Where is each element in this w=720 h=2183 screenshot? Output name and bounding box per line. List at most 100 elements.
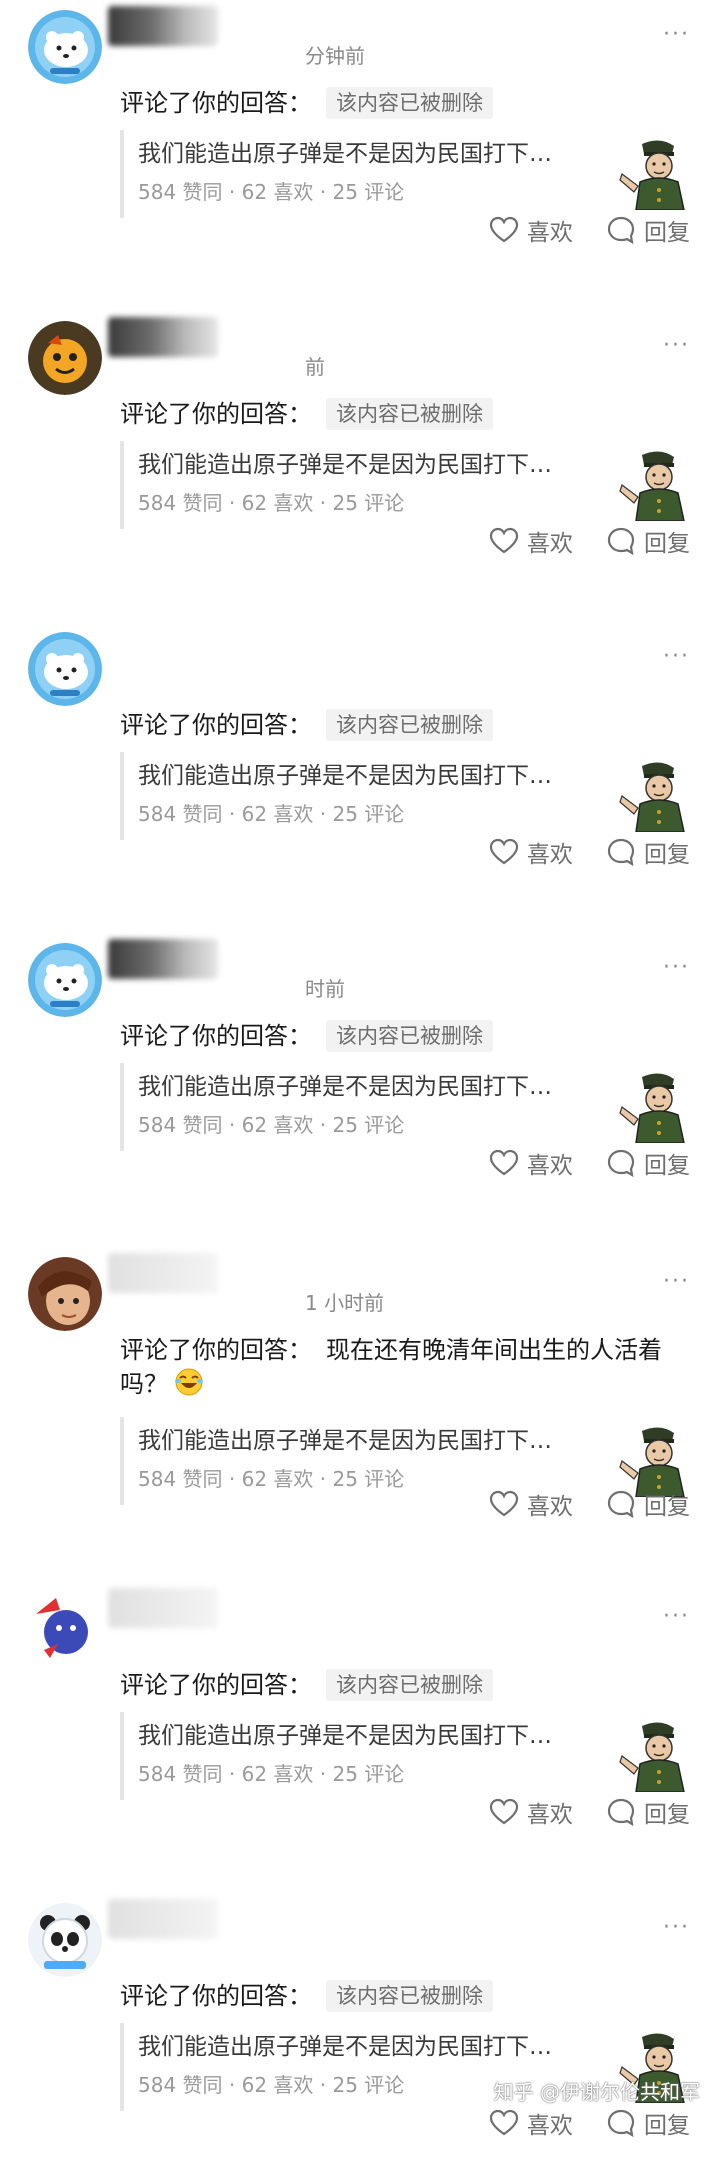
more-options-icon[interactable]: ··· bbox=[663, 1606, 690, 1628]
more-options-icon[interactable]: ··· bbox=[663, 1917, 690, 1939]
more-options-icon[interactable]: ··· bbox=[663, 646, 690, 668]
action-bar: 喜欢 回复 bbox=[461, 1795, 690, 1831]
reply-button[interactable]: 回复 bbox=[606, 2106, 690, 2140]
deleted-content-badge: 该内容已被删除 bbox=[326, 1669, 493, 1701]
like-label: 喜欢 bbox=[526, 1802, 573, 1828]
soldier-cartoon-thumbnail bbox=[614, 1417, 694, 1498]
quoted-answer-stats: 584 赞同 · 62 喜欢 · 25 评论 bbox=[138, 802, 405, 826]
like-label: 喜欢 bbox=[526, 531, 573, 557]
more-options-icon[interactable]: ··· bbox=[663, 335, 690, 357]
heart-icon bbox=[489, 1489, 527, 1519]
comment-bubble-icon bbox=[606, 1797, 644, 1827]
like-label: 喜欢 bbox=[526, 2113, 573, 2139]
comment-bubble-icon bbox=[606, 215, 644, 245]
like-button[interactable]: 喜欢 bbox=[489, 2106, 573, 2140]
reply-button[interactable]: 回复 bbox=[606, 524, 690, 558]
action-bar: 喜欢 回复 bbox=[461, 213, 690, 249]
soldier-cartoon-thumbnail bbox=[614, 1063, 694, 1144]
quoted-answer-title: 我们能造出原子弹是不是因为民国打下… bbox=[138, 141, 552, 167]
reply-label: 回复 bbox=[644, 2113, 690, 2139]
timestamp: 时前 bbox=[305, 977, 345, 1001]
quoted-answer-stats: 584 赞同 · 62 喜欢 · 25 评论 bbox=[138, 1113, 405, 1137]
deleted-content-badge: 该内容已被删除 bbox=[326, 87, 493, 119]
notification-item[interactable]: 前 ··· 评论了你的回答： 该内容已被删除 我们能造出原子弹是不是因为民国打下…… bbox=[0, 311, 720, 601]
comment-bubble-icon bbox=[606, 2108, 644, 2138]
deleted-content-badge: 该内容已被删除 bbox=[326, 709, 493, 741]
quoted-answer-card[interactable]: 我们能造出原子弹是不是因为民国打下… 584 赞同 · 62 喜欢 · 25 评… bbox=[120, 441, 694, 529]
like-button[interactable]: 喜欢 bbox=[489, 1487, 573, 1521]
reply-button[interactable]: 回复 bbox=[606, 1487, 690, 1521]
reply-button[interactable]: 回复 bbox=[606, 213, 690, 247]
like-button[interactable]: 喜欢 bbox=[489, 1795, 573, 1829]
heart-icon bbox=[489, 215, 527, 245]
comment-prefix: 评论了你的回答： bbox=[120, 400, 312, 428]
quoted-answer-card[interactable]: 我们能造出原子弹是不是因为民国打下… 584 赞同 · 62 喜欢 · 25 评… bbox=[120, 130, 694, 218]
quoted-answer-title: 我们能造出原子弹是不是因为民国打下… bbox=[138, 1428, 552, 1454]
heart-icon bbox=[489, 837, 527, 867]
polar-bear-avatar[interactable] bbox=[28, 10, 102, 84]
quoted-answer-stats: 584 赞同 · 62 喜欢 · 25 评论 bbox=[138, 180, 405, 204]
quoted-answer-card[interactable]: 我们能造出原子弹是不是因为民国打下… 584 赞同 · 62 喜欢 · 25 评… bbox=[120, 1712, 694, 1800]
timestamp: 1 小时前 bbox=[305, 1291, 385, 1315]
orange-cartoon-avatar[interactable] bbox=[28, 321, 102, 395]
comment-line: 评论了你的回答： 现在还有晚清年间出生的人活着吗？ bbox=[120, 1333, 680, 1401]
comment-bubble-icon bbox=[606, 837, 644, 867]
like-button[interactable]: 喜欢 bbox=[489, 835, 573, 869]
reply-button[interactable]: 回复 bbox=[606, 1795, 690, 1829]
reply-button[interactable]: 回复 bbox=[606, 835, 690, 869]
like-button[interactable]: 喜欢 bbox=[489, 1146, 573, 1180]
quoted-answer-stats: 584 赞同 · 62 喜欢 · 25 评论 bbox=[138, 491, 405, 515]
notification-item[interactable]: ··· 评论了你的回答： 该内容已被删除 我们能造出原子弹是不是因为民国打下… 5… bbox=[0, 1893, 720, 2183]
reply-button[interactable]: 回复 bbox=[606, 1146, 690, 1180]
anime-boy-avatar[interactable] bbox=[28, 1257, 102, 1331]
like-label: 喜欢 bbox=[526, 220, 573, 246]
comment-line: 评论了你的回答： 该内容已被删除 bbox=[120, 397, 680, 431]
more-options-icon[interactable]: ··· bbox=[663, 957, 690, 979]
like-button[interactable]: 喜欢 bbox=[489, 213, 573, 247]
notification-item[interactable]: ··· 评论了你的回答： 该内容已被删除 我们能造出原子弹是不是因为民国打下… 5… bbox=[0, 1582, 720, 1872]
comment-bubble-icon bbox=[606, 1489, 644, 1519]
comment-prefix: 评论了你的回答： bbox=[120, 711, 312, 739]
polar-bear-avatar[interactable] bbox=[28, 632, 102, 706]
notification-item[interactable]: ··· 评论了你的回答： 该内容已被删除 我们能造出原子弹是不是因为民国打下… 5… bbox=[0, 622, 720, 912]
quoted-answer-card[interactable]: 我们能造出原子弹是不是因为民国打下… 584 赞同 · 62 喜欢 · 25 评… bbox=[120, 1063, 694, 1151]
comment-bubble-icon bbox=[606, 1148, 644, 1178]
username-redacted bbox=[108, 1253, 218, 1293]
polar-bear-avatar[interactable] bbox=[28, 943, 102, 1017]
panda-avatar[interactable] bbox=[28, 1903, 102, 1977]
username-redacted bbox=[108, 1899, 218, 1939]
notification-item[interactable]: 时前 ··· 评论了你的回答： 该内容已被删除 我们能造出原子弹是不是因为民国打下… bbox=[0, 933, 720, 1223]
quoted-answer-title: 我们能造出原子弹是不是因为民国打下… bbox=[138, 763, 552, 789]
soldier-cartoon-thumbnail bbox=[614, 130, 694, 211]
action-bar: 喜欢 回复 bbox=[461, 1487, 690, 1523]
username-redacted bbox=[108, 6, 218, 46]
action-bar: 喜欢 回复 bbox=[461, 2106, 690, 2142]
quoted-answer-stats: 584 赞同 · 62 喜欢 · 25 评论 bbox=[138, 2073, 405, 2097]
laughing-tears-emoji-icon bbox=[174, 1367, 204, 1397]
quoted-answer-title: 我们能造出原子弹是不是因为民国打下… bbox=[138, 1074, 552, 1100]
watermark: 知乎 @伊谢尔伦共和军 bbox=[493, 2080, 700, 2104]
heart-icon bbox=[489, 526, 527, 556]
reply-label: 回复 bbox=[644, 1153, 690, 1179]
notification-item[interactable]: 分钟前 ··· 评论了你的回答： 该内容已被删除 我们能造出原子弹是不是因为民国打… bbox=[0, 0, 720, 290]
more-options-icon[interactable]: ··· bbox=[663, 1271, 690, 1293]
quoted-answer-card[interactable]: 我们能造出原子弹是不是因为民国打下… 584 赞同 · 62 喜欢 · 25 评… bbox=[120, 752, 694, 840]
username-redacted bbox=[108, 1588, 218, 1628]
timestamp: 分钟前 bbox=[305, 44, 365, 68]
heart-icon bbox=[489, 1797, 527, 1827]
more-options-icon[interactable]: ··· bbox=[663, 24, 690, 46]
heart-icon bbox=[489, 2108, 527, 2138]
reply-label: 回复 bbox=[644, 842, 690, 868]
notification-item[interactable]: 1 小时前 ··· 评论了你的回答： 现在还有晚清年间出生的人活着吗？ 我们能造出… bbox=[0, 1247, 720, 1537]
soldier-cartoon-thumbnail bbox=[614, 441, 694, 522]
quoted-answer-stats: 584 赞同 · 62 喜欢 · 25 评论 bbox=[138, 1762, 405, 1786]
comment-line: 评论了你的回答： 该内容已被删除 bbox=[120, 1979, 680, 2013]
comment-bubble-icon bbox=[606, 526, 644, 556]
comment-line: 评论了你的回答： 该内容已被删除 bbox=[120, 1019, 680, 1053]
like-button[interactable]: 喜欢 bbox=[489, 524, 573, 558]
username-redacted bbox=[108, 317, 218, 357]
reply-label: 回复 bbox=[644, 531, 690, 557]
like-label: 喜欢 bbox=[526, 1494, 573, 1520]
blue-blob-avatar[interactable] bbox=[28, 1592, 102, 1666]
quoted-answer-title: 我们能造出原子弹是不是因为民国打下… bbox=[138, 2034, 552, 2060]
